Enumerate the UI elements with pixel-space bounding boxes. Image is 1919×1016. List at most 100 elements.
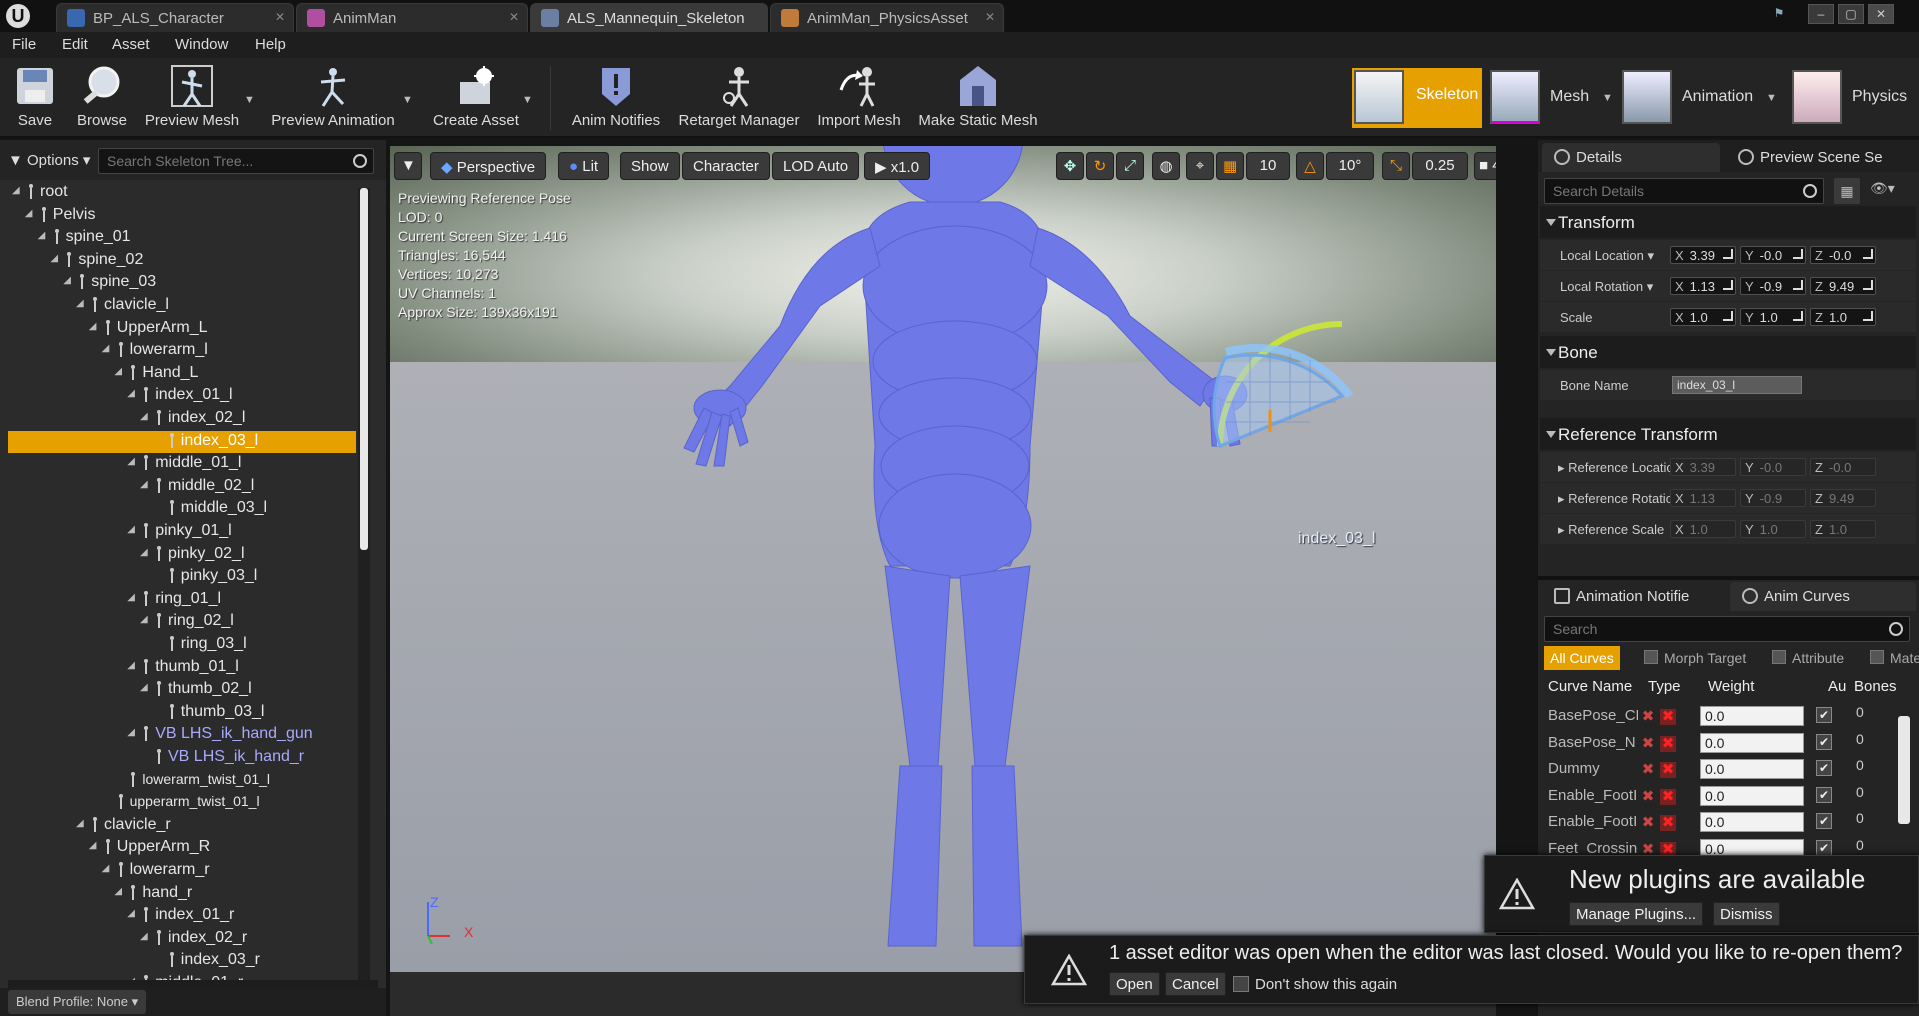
- cancel-button[interactable]: Cancel: [1165, 972, 1226, 996]
- tree-node[interactable]: ◢ UpperArm_L: [8, 318, 356, 340]
- bones-column[interactable]: Bones: [1854, 678, 1897, 695]
- grid-snap-value[interactable]: 10: [1246, 152, 1290, 180]
- checkbox[interactable]: [1772, 650, 1786, 664]
- reference-scale-label[interactable]: ▸ Reference Scale: [1558, 522, 1664, 538]
- expand-arrow-icon[interactable]: ◢: [76, 298, 84, 309]
- delete-curve-icon[interactable]: ✖: [1640, 815, 1656, 831]
- close-icon[interactable]: ✕: [985, 10, 995, 24]
- dismiss-button[interactable]: Dismiss: [1713, 902, 1780, 926]
- preview-mesh-button[interactable]: Preview Mesh: [142, 62, 242, 134]
- checkbox[interactable]: [1870, 650, 1884, 664]
- grid-snap-icon[interactable]: ▦: [1216, 152, 1244, 180]
- reference-location-label[interactable]: ▸ Reference Locatic: [1558, 460, 1673, 476]
- rotation-snap-icon[interactable]: △: [1296, 152, 1324, 180]
- anim-notifies-button[interactable]: Anim Notifies: [566, 62, 666, 134]
- reset-arrow-icon[interactable]: [1723, 311, 1733, 321]
- auto-checkbox[interactable]: ✔: [1816, 786, 1832, 803]
- skeleton-tree-scrollbar[interactable]: [358, 188, 370, 988]
- tree-node[interactable]: index_03_l: [8, 430, 356, 453]
- auto-checkbox[interactable]: ✔: [1816, 813, 1832, 830]
- tree-node[interactable]: ring_03_l: [8, 634, 356, 656]
- blend-profile-dropdown[interactable]: Blend Profile: None ▾: [8, 990, 147, 1014]
- expand-arrow-icon[interactable]: ◢: [12, 185, 20, 196]
- rotate-mode-icon[interactable]: ↻: [1086, 152, 1114, 180]
- chevron-down-icon[interactable]: ▼: [244, 94, 255, 106]
- remove-morph-icon[interactable]: ✖: [1660, 815, 1676, 832]
- auto-checkbox[interactable]: ✔: [1816, 707, 1832, 723]
- delete-curve-icon[interactable]: ✖: [1640, 735, 1656, 752]
- expand-arrow-icon[interactable]: ◢: [140, 547, 148, 558]
- expand-arrow-icon[interactable]: ◢: [127, 727, 135, 738]
- scale-y[interactable]: Y 1.0: [1740, 308, 1806, 326]
- tab-animation-notifies[interactable]: Animation Notifie: [1542, 582, 1726, 611]
- local-location-x[interactable]: X 3.39: [1670, 246, 1736, 264]
- reset-arrow-icon[interactable]: [1793, 280, 1803, 290]
- expand-arrow-icon[interactable]: ◢: [89, 321, 97, 332]
- expand-arrow-icon[interactable]: ◢: [76, 818, 84, 829]
- tree-node[interactable]: upperarm_twist_01_l: [8, 792, 356, 814]
- world-local-icon[interactable]: ◍: [1152, 152, 1180, 180]
- menu-asset[interactable]: Asset: [112, 36, 150, 53]
- menu-file[interactable]: File: [12, 36, 36, 53]
- tree-node[interactable]: VB LHS_ik_hand_r: [8, 747, 356, 769]
- skeleton-tree-search-input[interactable]: Search Skeleton Tree...: [98, 148, 374, 174]
- retarget-manager-button[interactable]: Retarget Manager: [676, 62, 802, 134]
- character-button[interactable]: Character: [682, 152, 770, 180]
- tree-node[interactable]: ◢ index_01_l: [8, 385, 356, 407]
- save-button[interactable]: Save: [10, 62, 60, 134]
- camera-speed-button[interactable]: ■ 4: [1474, 152, 1496, 180]
- expand-arrow-icon[interactable]: ◢: [114, 366, 122, 377]
- local-location-z[interactable]: Z -0.0: [1810, 246, 1876, 264]
- reset-arrow-icon[interactable]: [1793, 249, 1803, 259]
- curve-weight-input[interactable]: 0.0: [1700, 706, 1804, 726]
- remove-morph-icon[interactable]: ✖: [1660, 762, 1676, 779]
- tree-node[interactable]: ◢ spine_03: [8, 272, 356, 294]
- expand-arrow-icon[interactable]: ◢: [50, 253, 58, 264]
- tab-animman-physicsasset[interactable]: AnimMan_PhysicsAsset ✕: [770, 3, 1004, 32]
- expand-arrow-icon[interactable]: ◢: [127, 660, 135, 671]
- maximize-button[interactable]: ▢: [1838, 4, 1864, 24]
- auto-checkbox[interactable]: ✔: [1816, 733, 1832, 750]
- expand-arrow-icon[interactable]: ◢: [89, 840, 97, 851]
- delete-curve-icon[interactable]: ✖: [1640, 709, 1656, 725]
- bone-section-header[interactable]: Bone: [1540, 336, 1916, 368]
- delete-curve-icon[interactable]: ✖: [1640, 788, 1656, 805]
- expand-arrow-icon[interactable]: ◢: [140, 614, 148, 625]
- reset-arrow-icon[interactable]: [1863, 280, 1873, 290]
- translate-mode-icon[interactable]: ✥: [1056, 152, 1084, 180]
- tree-node[interactable]: middle_03_l: [8, 498, 356, 520]
- expand-arrow-icon[interactable]: ◢: [127, 388, 135, 399]
- mode-physics-button[interactable]: Physics: [1792, 70, 1919, 128]
- tree-node[interactable]: lowerarm_twist_01_l: [8, 770, 356, 792]
- menu-help[interactable]: Help: [255, 36, 286, 53]
- scale-x[interactable]: X 1.0: [1670, 308, 1736, 326]
- type-column[interactable]: Type: [1648, 678, 1681, 695]
- tree-node[interactable]: ◢ UpperArm_R: [8, 837, 356, 859]
- open-button[interactable]: Open: [1109, 972, 1160, 996]
- delete-curve-icon[interactable]: ✖: [1640, 762, 1656, 778]
- menu-window[interactable]: Window: [175, 36, 228, 53]
- chevron-down-icon[interactable]: ▼: [522, 94, 533, 106]
- perspective-button[interactable]: ◆ Perspective: [430, 152, 547, 180]
- tab-als-mannequin-skeleton[interactable]: ALS_Mannequin_Skeleton: [530, 3, 768, 32]
- scale-snap-value[interactable]: 0.25: [1412, 152, 1468, 180]
- curve-weight-input[interactable]: 0.0: [1700, 732, 1804, 753]
- mode-animation-button[interactable]: Animation: [1622, 70, 1778, 128]
- tab-anim-curves[interactable]: Anim Curves: [1730, 582, 1916, 611]
- expand-arrow-icon[interactable]: ◢: [127, 592, 135, 603]
- expand-arrow-icon[interactable]: ◢: [127, 456, 135, 467]
- tree-node[interactable]: ◢ thumb_02_l: [8, 679, 356, 701]
- make-static-mesh-button[interactable]: Make Static Mesh: [916, 62, 1040, 134]
- reference-transform-section-header[interactable]: Reference Transform: [1540, 418, 1916, 450]
- minimize-button[interactable]: –: [1808, 4, 1834, 24]
- tree-node[interactable]: ◢ lowerarm_l: [8, 340, 356, 362]
- tree-node[interactable]: ◢ ring_01_l: [8, 589, 356, 611]
- checkbox[interactable]: [1644, 650, 1658, 664]
- morph-target-filter[interactable]: Morph Target: [1638, 646, 1752, 670]
- expand-arrow-icon[interactable]: ◢: [63, 275, 71, 286]
- close-window-button[interactable]: ✕: [1868, 4, 1894, 24]
- tree-node[interactable]: ◢ spine_01: [8, 227, 356, 249]
- viewport-options-dropdown[interactable]: ▼: [394, 152, 422, 180]
- tab-details[interactable]: Details: [1542, 143, 1720, 172]
- show-button[interactable]: Show: [620, 152, 680, 180]
